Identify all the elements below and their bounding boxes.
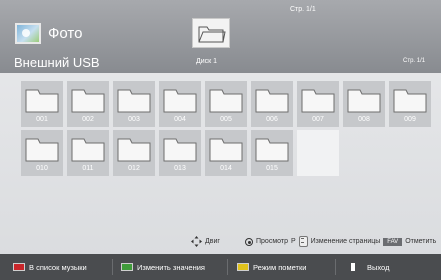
mark-mode-button[interactable]: Режим пометки bbox=[237, 254, 306, 280]
folder-label: 004 bbox=[174, 116, 186, 123]
folder-label: 015 bbox=[266, 165, 278, 172]
folder-icon bbox=[347, 89, 381, 113]
page-indicator: Стр. 1/1 bbox=[290, 6, 316, 13]
action-divider bbox=[335, 259, 336, 275]
hint-page-change-label: Изменение страницы bbox=[310, 238, 381, 245]
exit-label: Выход bbox=[367, 262, 390, 272]
hint-move: Двиг bbox=[191, 236, 220, 247]
folder-icon bbox=[117, 138, 151, 162]
music-list-label: В список музыки bbox=[29, 262, 87, 272]
folder-icon bbox=[255, 89, 289, 113]
folder-tile[interactable]: 010 bbox=[21, 130, 63, 176]
ok-button-icon bbox=[245, 237, 253, 246]
move-arrows-icon bbox=[191, 236, 202, 247]
exit-button[interactable]: Выход bbox=[351, 254, 389, 280]
folder-tile[interactable]: 002 bbox=[67, 81, 109, 127]
folder-label: 006 bbox=[266, 116, 278, 123]
photo-icon bbox=[15, 23, 41, 44]
folder-icon bbox=[393, 89, 427, 113]
folder-icon bbox=[209, 138, 243, 162]
drive-label: Диск 1 bbox=[196, 58, 218, 65]
folder-tile[interactable]: 009 bbox=[389, 81, 431, 127]
hint-view: Просмотр P Изменение страницы FAV Отмети… bbox=[245, 236, 436, 247]
folder-tile[interactable]: 003 bbox=[113, 81, 155, 127]
header: Фото Внешний USB Диск 1 Стр. 1/1 Стр. 1/… bbox=[0, 0, 441, 73]
folder-tile[interactable]: 007 bbox=[297, 81, 339, 127]
folder-label: 008 bbox=[358, 116, 370, 123]
folder-icon bbox=[25, 89, 59, 113]
photo-browser-screen: Фото Внешний USB Диск 1 Стр. 1/1 Стр. 1/… bbox=[0, 0, 441, 280]
yellow-key-icon bbox=[237, 263, 249, 271]
hint-move-label: Двиг bbox=[205, 238, 220, 245]
music-list-button[interactable]: В список музыки bbox=[13, 254, 87, 280]
folder-tile[interactable]: 015 bbox=[251, 130, 293, 176]
folder-label: 012 bbox=[128, 165, 140, 172]
fav-key-badge: FAV bbox=[383, 237, 403, 246]
folder-tile[interactable]: 006 bbox=[251, 81, 293, 127]
red-key-icon bbox=[13, 263, 25, 271]
folder-icon bbox=[117, 89, 151, 113]
folder-tile[interactable]: 012 bbox=[113, 130, 155, 176]
folder-label: 009 bbox=[404, 116, 416, 123]
folder-tile[interactable]: 011 bbox=[67, 130, 109, 176]
folder-icon bbox=[71, 138, 105, 162]
folder-icon bbox=[163, 89, 197, 113]
folder-icon bbox=[71, 89, 105, 113]
change-values-label: Изменить значения bbox=[137, 262, 205, 272]
empty-tile bbox=[297, 130, 339, 176]
hint-page-letter: P bbox=[290, 238, 296, 245]
folder-tile[interactable]: 005 bbox=[205, 81, 247, 127]
folder-icon bbox=[209, 89, 243, 113]
drive-folder-icon[interactable] bbox=[192, 18, 230, 48]
page-updown-icon bbox=[298, 236, 308, 247]
folder-label: 005 bbox=[220, 116, 232, 123]
folder-label: 010 bbox=[36, 165, 48, 172]
device-name: Внешний USB bbox=[14, 55, 100, 70]
folder-tile[interactable]: 014 bbox=[205, 130, 247, 176]
folder-label: 003 bbox=[128, 116, 140, 123]
folder-icon bbox=[25, 138, 59, 162]
hint-view-label: Просмотр bbox=[256, 238, 288, 245]
exit-key-icon bbox=[351, 263, 355, 271]
folder-label: 007 bbox=[312, 116, 324, 123]
folder-tile[interactable]: 001 bbox=[21, 81, 63, 127]
folder-label: 001 bbox=[36, 116, 48, 123]
folder-icon bbox=[163, 138, 197, 162]
folder-tile[interactable]: 004 bbox=[159, 81, 201, 127]
green-key-icon bbox=[121, 263, 133, 271]
folder-label: 013 bbox=[174, 165, 186, 172]
hint-mark-label: Отметить bbox=[405, 238, 437, 245]
folder-label: 014 bbox=[220, 165, 232, 172]
page-indicator-right: Стр. 1/1 bbox=[403, 58, 426, 64]
folder-label: 011 bbox=[82, 165, 94, 172]
change-values-button[interactable]: Изменить значения bbox=[121, 254, 205, 280]
page-title: Фото bbox=[48, 25, 83, 42]
action-bar: В список музыки Изменить значения Режим … bbox=[0, 254, 441, 280]
mark-mode-label: Режим пометки bbox=[253, 262, 307, 272]
folder-tile[interactable]: 008 bbox=[343, 81, 385, 127]
folder-icon bbox=[301, 89, 335, 113]
folder-tile[interactable]: 013 bbox=[159, 130, 201, 176]
action-divider bbox=[227, 259, 228, 275]
folder-icon bbox=[255, 138, 289, 162]
action-divider bbox=[112, 259, 113, 275]
folder-label: 002 bbox=[82, 116, 94, 123]
